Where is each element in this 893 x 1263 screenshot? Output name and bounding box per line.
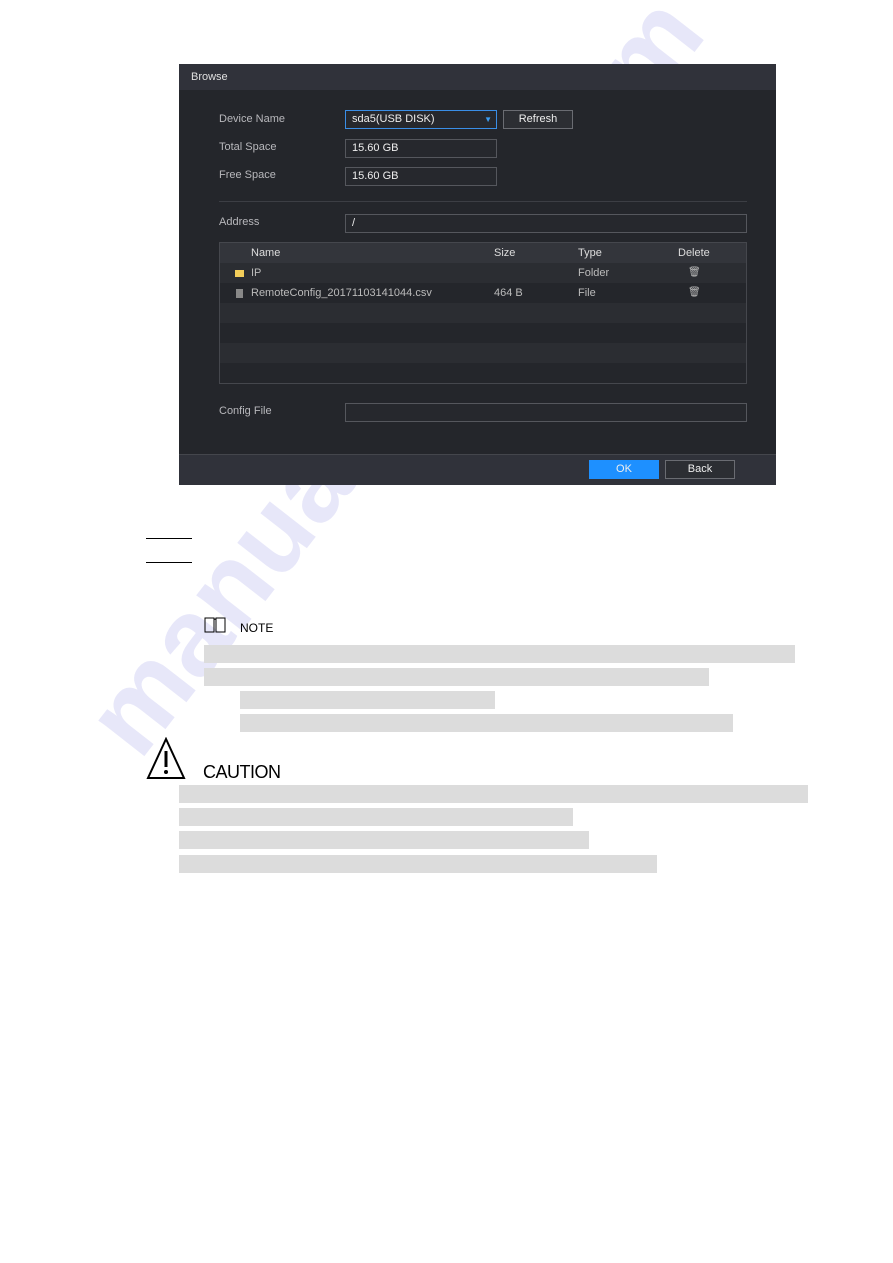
warning-icon xyxy=(146,736,186,780)
redacted-text xyxy=(179,808,573,826)
dialog-title: Browse xyxy=(179,64,776,90)
redacted-text xyxy=(240,714,733,732)
table-row[interactable]: RemoteConfig_20171103141044.csv 464 B Fi… xyxy=(220,283,746,303)
redacted-text xyxy=(179,785,808,803)
col-delete: Delete xyxy=(678,247,710,259)
device-name-label: Device Name xyxy=(219,113,286,125)
device-name-select[interactable]: sda5(USB DISK) ▼ xyxy=(345,110,497,129)
col-size: Size xyxy=(494,247,516,259)
redacted-text xyxy=(179,855,657,873)
total-space-field: 15.60 GB xyxy=(345,139,497,158)
row-name: RemoteConfig_20171103141044.csv xyxy=(251,287,432,299)
browse-dialog: Browse Device Name sda5(USB DISK) ▼ Refr… xyxy=(179,64,776,485)
trash-icon[interactable]: 🗑 xyxy=(688,283,701,303)
table-header: Name Size Type Delete xyxy=(220,243,746,263)
free-space-label: Free Space xyxy=(219,169,276,181)
device-name-value: sda5(USB DISK) xyxy=(352,113,435,125)
col-type: Type xyxy=(578,247,602,259)
file-icon xyxy=(236,289,243,298)
refresh-button[interactable]: Refresh xyxy=(503,110,573,129)
config-file-label: Config File xyxy=(219,405,272,417)
dialog-footer: OK Back xyxy=(179,454,776,485)
folder-icon xyxy=(235,270,244,277)
caution-label: CAUTION xyxy=(203,762,281,782)
row-name: IP xyxy=(251,267,262,279)
free-space-field: 15.60 GB xyxy=(345,167,497,186)
step-underline xyxy=(146,562,192,563)
book-icon xyxy=(204,616,226,634)
table-row-empty xyxy=(220,303,746,323)
divider xyxy=(219,201,747,202)
row-type: File xyxy=(578,287,596,299)
table-row-empty xyxy=(220,343,746,363)
back-button[interactable]: Back xyxy=(665,460,735,479)
ok-button[interactable]: OK xyxy=(589,460,659,479)
col-name: Name xyxy=(251,247,281,259)
file-table: Name Size Type Delete IP Folder 🗑 Remote… xyxy=(219,242,747,384)
redacted-text xyxy=(204,668,709,686)
table-row-empty xyxy=(220,323,746,343)
config-file-field[interactable] xyxy=(345,403,747,422)
total-space-label: Total Space xyxy=(219,141,277,153)
table-row[interactable]: IP Folder 🗑 xyxy=(220,263,746,283)
address-label: Address xyxy=(219,216,260,228)
step-underline xyxy=(146,538,192,539)
note-label: NOTE xyxy=(240,621,274,635)
row-size: 464 B xyxy=(494,287,523,299)
redacted-text xyxy=(204,645,795,663)
trash-icon[interactable]: 🗑 xyxy=(688,263,701,283)
redacted-text xyxy=(240,691,495,709)
chevron-down-icon: ▼ xyxy=(484,115,492,124)
redacted-text xyxy=(179,831,589,849)
address-field[interactable]: / xyxy=(345,214,747,233)
row-type: Folder xyxy=(578,267,610,279)
